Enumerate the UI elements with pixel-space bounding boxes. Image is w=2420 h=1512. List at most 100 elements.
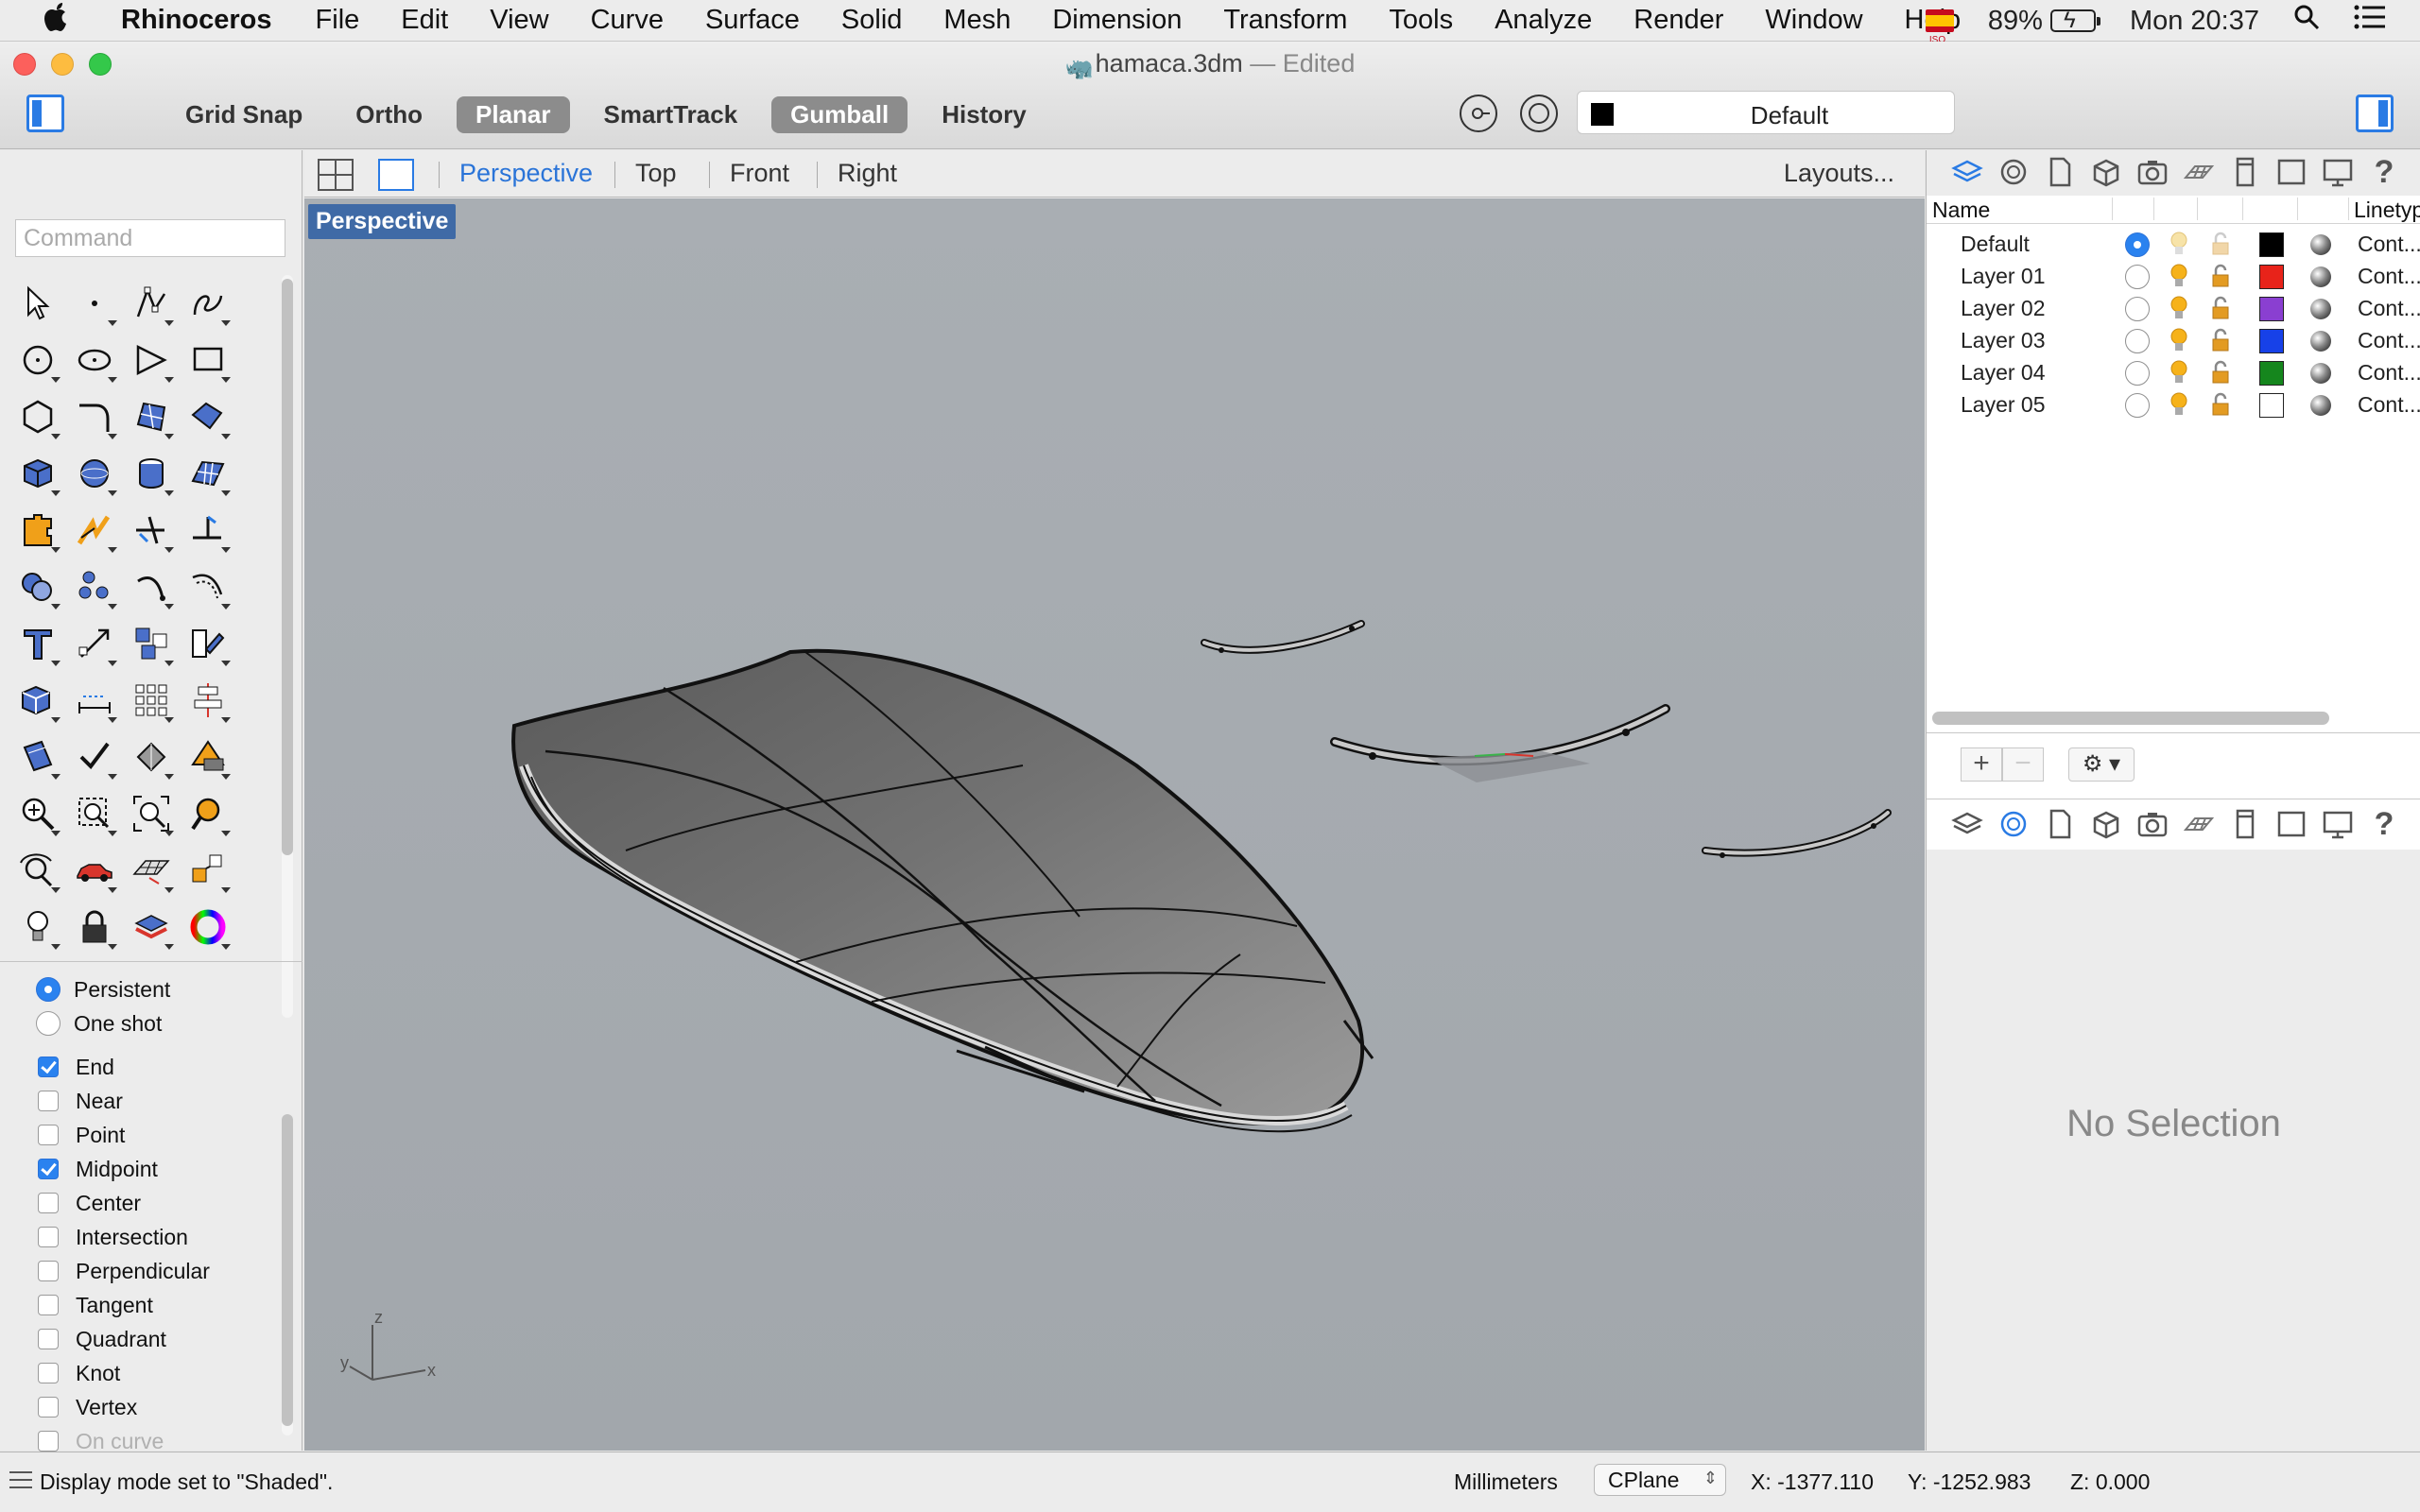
circle-icon[interactable] <box>9 332 66 388</box>
move-icon[interactable] <box>66 615 123 672</box>
layer-material-sphere-icon[interactable] <box>2310 363 2331 384</box>
current-layer-radio[interactable] <box>2125 393 2150 418</box>
properties-panel-icon[interactable] <box>1996 806 2031 842</box>
layer-linetype[interactable]: Cont... <box>2358 264 2420 289</box>
checkbox[interactable] <box>38 1193 59 1213</box>
osnap-mode-persistent[interactable]: Persistent <box>36 972 210 1006</box>
properties-panel-icon[interactable] <box>1996 154 2031 190</box>
checkbox[interactable] <box>38 1431 59 1452</box>
layer-name[interactable]: Layer 05 <box>1961 392 2046 418</box>
osnap-intersection[interactable]: Intersection <box>36 1220 210 1254</box>
toggle-history[interactable]: History <box>923 96 1046 133</box>
layers-panel-icon[interactable] <box>1949 806 1985 842</box>
osnap-scrollbar[interactable] <box>282 1114 293 1435</box>
radio-button[interactable] <box>36 977 60 1002</box>
menu-edit[interactable]: Edit <box>380 5 469 36</box>
viewport-panel-icon[interactable] <box>2273 806 2309 842</box>
tab-right[interactable]: Right <box>838 159 897 188</box>
help-panel-icon[interactable]: ? <box>2366 806 2402 842</box>
tool-palette-scroll-thumb[interactable] <box>282 279 293 855</box>
offset-curve-icon[interactable] <box>180 558 236 615</box>
layers-panel-icon[interactable] <box>1949 154 1985 190</box>
display-panel-icon[interactable] <box>2088 154 2124 190</box>
tab-top[interactable]: Top <box>635 159 677 188</box>
checkbox[interactable] <box>38 1329 59 1349</box>
layer-linetype[interactable]: Cont... <box>2358 328 2420 353</box>
fillet-curve-icon[interactable] <box>66 388 123 445</box>
menu-dimension[interactable]: Dimension <box>1031 5 1202 36</box>
menu-file[interactable]: File <box>295 5 381 36</box>
layer-stack-icon[interactable] <box>123 899 180 955</box>
check-icon[interactable] <box>66 729 123 785</box>
layer-row[interactable]: Layer 03 Cont... <box>1927 324 2420 356</box>
split-icon[interactable] <box>180 502 236 558</box>
layer-color-swatch[interactable] <box>2259 265 2284 289</box>
point-icon[interactable] <box>66 275 123 332</box>
osnap-toggle-icon[interactable] <box>1520 94 1558 132</box>
checkbox[interactable] <box>38 1261 59 1281</box>
viewport-panel-icon[interactable] <box>2273 154 2309 190</box>
named-views-icon[interactable] <box>2135 806 2170 842</box>
box-icon[interactable] <box>9 445 66 502</box>
select-arrow-icon[interactable] <box>9 275 66 332</box>
puzzle-icon[interactable] <box>9 502 66 558</box>
current-layer-radio[interactable] <box>2125 297 2150 321</box>
layer-visibility-bulb-icon[interactable] <box>2166 262 2192 290</box>
layer-name[interactable]: Layer 04 <box>1961 360 2046 386</box>
layouts-button[interactable]: Layouts... <box>1784 159 1894 188</box>
osnap-midpoint[interactable]: Midpoint <box>36 1152 210 1186</box>
layer-row[interactable]: Layer 01 Cont... <box>1927 260 2420 292</box>
extrude-surface-icon[interactable] <box>180 388 236 445</box>
osnap-tangent[interactable]: Tangent <box>36 1288 210 1322</box>
layer-color-swatch[interactable] <box>2259 393 2284 418</box>
column-name[interactable]: Name <box>1932 198 1990 223</box>
osnap-point[interactable]: Point <box>36 1118 210 1152</box>
cplane-select[interactable]: CPlane <box>1594 1464 1726 1496</box>
sphere-icon[interactable] <box>66 445 123 502</box>
viewport-title-label[interactable]: Perspective <box>308 204 457 239</box>
osnap-vertex[interactable]: Vertex <box>36 1390 210 1424</box>
rail-curve-1[interactable] <box>1201 620 1365 654</box>
lock-icon[interactable] <box>66 899 123 955</box>
osnap-knot[interactable]: Knot <box>36 1356 210 1390</box>
menu-window[interactable]: Window <box>1744 5 1883 36</box>
current-layer-radio[interactable] <box>2125 232 2150 257</box>
menu-render[interactable]: Render <box>1613 5 1744 36</box>
tab-front[interactable]: Front <box>730 159 789 188</box>
document-panel-icon[interactable] <box>2042 806 2078 842</box>
boolean-union-icon[interactable] <box>9 558 66 615</box>
four-viewports-icon[interactable] <box>318 159 354 191</box>
dimension-icon[interactable] <box>66 672 123 729</box>
toggle-smarttrack[interactable]: SmartTrack <box>585 96 757 133</box>
layer-name[interactable]: Layer 01 <box>1961 264 2046 289</box>
layer-lock-icon[interactable] <box>2207 294 2234 322</box>
command-input[interactable] <box>15 219 285 257</box>
apple-menu-icon[interactable] <box>38 1 76 41</box>
layer-linetype[interactable]: Cont... <box>2358 392 2420 418</box>
osnap-center[interactable]: Center <box>36 1186 210 1220</box>
align-icon[interactable] <box>180 672 236 729</box>
tool-palette-scrollbar[interactable] <box>282 275 293 1018</box>
add-layer-button[interactable]: + <box>1961 747 2002 782</box>
layer-row[interactable]: Layer 05 Cont... <box>1927 388 2420 421</box>
rotate-view-icon[interactable] <box>9 842 66 899</box>
help-panel-icon[interactable]: ? <box>2366 154 2402 190</box>
zoom-selected-icon[interactable] <box>180 785 236 842</box>
current-layer-radio[interactable] <box>2125 329 2150 353</box>
monitor-panel-icon[interactable] <box>2320 154 2356 190</box>
current-layer-radio[interactable] <box>2125 265 2150 289</box>
tab-perspective[interactable]: Perspective <box>459 159 593 188</box>
clock[interactable]: Mon 20:37 <box>2130 6 2259 37</box>
grid-plane-icon[interactable] <box>123 842 180 899</box>
current-layer-select[interactable]: Default <box>1577 91 1955 134</box>
single-viewport-icon[interactable] <box>378 159 414 191</box>
monitor-panel-icon[interactable] <box>2320 806 2356 842</box>
gumball-pivot-icon[interactable] <box>1460 94 1497 132</box>
explode-icon[interactable] <box>66 502 123 558</box>
rectangle-icon[interactable] <box>180 332 236 388</box>
osnap-scroll-thumb[interactable] <box>282 1114 293 1426</box>
hammock-surface[interactable] <box>511 648 1374 1133</box>
mesh-plane-icon[interactable] <box>180 445 236 502</box>
layer-visibility-bulb-icon[interactable] <box>2166 390 2192 419</box>
layer-name[interactable]: Default <box>1961 232 2030 257</box>
